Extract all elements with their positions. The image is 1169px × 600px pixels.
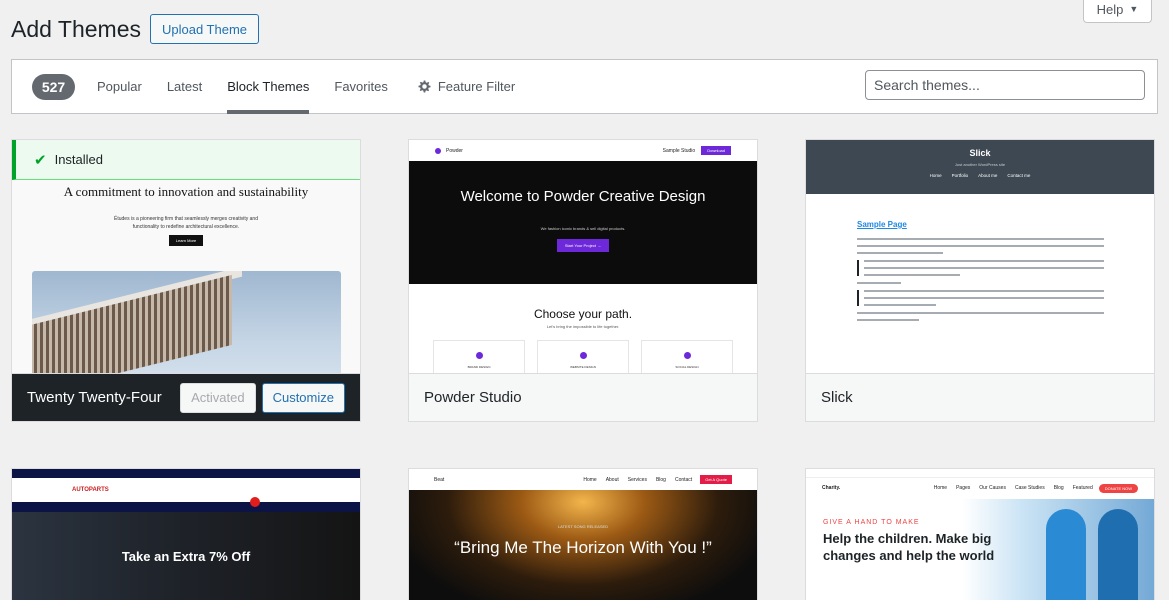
filter-tabs: Popular Latest Block Themes Favorites Fe… xyxy=(97,60,540,114)
theme-count-badge: 527 xyxy=(32,73,75,100)
preview-nav: Beat Home About Services Blog Contact Get A … xyxy=(409,469,757,490)
theme-card-charity[interactable]: Charity. Home Pages Our Causes Case Studies… xyxy=(805,468,1155,600)
tab-popular[interactable]: Popular xyxy=(97,60,142,113)
preview-heading-2: Choose your path. xyxy=(533,307,633,321)
preview-tagline: Just another WordPress site xyxy=(954,162,1006,167)
preview-heading: Welcome to Powder Creative Design xyxy=(460,188,706,205)
theme-screenshot[interactable]: Slick Just another WordPress site Home P… xyxy=(806,140,1154,373)
feature-filter-button[interactable]: Feature Filter xyxy=(417,60,515,113)
feature-filter-label: Feature Filter xyxy=(437,79,516,94)
theme-card-beat[interactable]: Beat Home About Services Blog Contact Get A … xyxy=(408,468,758,600)
preview-brand: Beat xyxy=(434,476,445,483)
theme-screenshot[interactable]: Beat Home About Services Blog Contact Get A … xyxy=(409,469,757,600)
theme-screenshot[interactable]: AUTOPARTS Take an Extra 7% Off xyxy=(12,469,360,600)
preview-slick: Slick Just another WordPress site Home P… xyxy=(806,140,1154,373)
activated-button: Activated xyxy=(180,382,256,413)
preview-nav: Powder Sample Studio Download xyxy=(409,140,757,161)
theme-filter-bar: 527 Popular Latest Block Themes Favorite… xyxy=(11,59,1158,114)
preview-headline: “Bring Me The Horizon With You !” xyxy=(454,538,712,557)
preview-boxes: BRAND DESIGN WEBSITE DESIGN SOCIAL DESIG… xyxy=(433,340,733,373)
theme-name: Powder Studio xyxy=(424,389,522,406)
preview-text: Études is a pioneering firm that seamles… xyxy=(114,216,258,230)
record-icon xyxy=(250,497,260,507)
preview-button: Start Your Project → xyxy=(557,239,609,252)
preview-autoparts: AUTOPARTS Take an Extra 7% Off xyxy=(12,469,360,600)
theme-card-autoparts[interactable]: AUTOPARTS Take an Extra 7% Off xyxy=(11,468,361,600)
page-title: Add Themes xyxy=(11,15,141,42)
preview-brand: Powder xyxy=(446,147,463,154)
powder-logo-icon xyxy=(435,147,441,154)
preview-header: Slick Just another WordPress site Home P… xyxy=(806,140,1154,194)
theme-screenshot[interactable]: Powder Sample Studio Download Welcome to… xyxy=(409,140,757,373)
gear-icon xyxy=(418,80,431,93)
preview-beat: Beat Home About Services Blog Contact Get A … xyxy=(409,469,757,600)
installed-label: Installed xyxy=(54,152,103,167)
preview-box: WEBSITE DESIGN xyxy=(537,340,629,373)
preview-download: Download xyxy=(701,146,731,155)
help-label: Help xyxy=(1096,1,1124,17)
installed-notice: ✔ Installed xyxy=(12,140,360,180)
help-button[interactable]: Help ▼ xyxy=(1083,0,1152,23)
tab-latest[interactable]: Latest xyxy=(167,60,202,113)
theme-screenshot[interactable]: Charity. Home Pages Our Causes Case Studies… xyxy=(806,469,1154,600)
preview-heading: A commitment to innovation and sustainab… xyxy=(63,184,309,199)
caret-down-icon: ▼ xyxy=(1129,4,1139,14)
theme-actions: Activated Customize xyxy=(180,382,345,413)
preview-headline: Help the children. Make big changes and … xyxy=(823,531,995,563)
preview-button: Learn More xyxy=(169,235,203,246)
preview-sub-2: Let's bring the impossible to life toget… xyxy=(546,324,620,329)
preview-architecture-image xyxy=(32,271,341,373)
preview-photo-person xyxy=(1046,509,1086,600)
theme-card-footer: Powder Studio xyxy=(409,373,757,421)
tab-block-themes[interactable]: Block Themes xyxy=(227,60,310,114)
theme-card-footer: Slick xyxy=(806,373,1154,421)
theme-card-powder-studio[interactable]: Powder Sample Studio Download Welcome to… xyxy=(408,139,758,422)
theme-name: Twenty Twenty-Four xyxy=(27,389,162,406)
preview-box: SOCIAL DESIGN xyxy=(641,340,733,373)
theme-card-footer: Twenty Twenty-Four Activated Customize xyxy=(12,373,360,421)
customize-button[interactable]: Customize xyxy=(261,382,345,413)
checkmark-icon: ✔ xyxy=(34,151,47,169)
tab-favorites[interactable]: Favorites xyxy=(334,60,387,113)
preview-brand: Charity. xyxy=(822,485,841,491)
preview-box: BRAND DESIGN xyxy=(433,340,525,373)
preview-body-text xyxy=(857,238,1104,326)
theme-card-slick[interactable]: Slick Just another WordPress site Home P… xyxy=(805,139,1155,422)
preview-sub: We fashion iconic brands & sell digital … xyxy=(540,226,626,231)
preview-page-title: Sample Page xyxy=(857,220,907,229)
search-themes-input[interactable] xyxy=(865,70,1145,100)
preview-headline: Take an Extra 7% Off xyxy=(121,549,251,564)
theme-name: Slick xyxy=(821,389,853,406)
theme-card-twenty-twenty-four[interactable]: ✔ Installed A commitment to innovation a… xyxy=(11,139,361,422)
upload-theme-button[interactable]: Upload Theme xyxy=(149,14,260,44)
preview-menu: Home Portfolio About me Contact me xyxy=(929,173,1031,178)
preview-donate-button: DONATE NOW xyxy=(1098,483,1138,493)
preview-kicker: LATEST SONG RELEASED xyxy=(557,524,609,529)
preview-kicker: GIVE A HAND TO MAKE xyxy=(823,519,920,526)
preview-charity: Charity. Home Pages Our Causes Case Studies… xyxy=(806,469,1154,600)
preview-photo-person xyxy=(1098,509,1138,600)
preview-quote-button: Get A Quote xyxy=(700,475,732,484)
preview-nav-links: Sample Studio xyxy=(662,147,696,154)
preview-nav: Charity. Home Pages Our Causes Case Studies… xyxy=(806,478,1154,498)
preview-logo: AUTOPARTS xyxy=(72,487,109,493)
preview-powder-studio: Powder Sample Studio Download Welcome to… xyxy=(409,140,757,373)
page-header: Add Themes Upload Theme xyxy=(11,14,260,44)
theme-screenshot[interactable]: ✔ Installed A commitment to innovation a… xyxy=(12,140,360,373)
preview-site-title: Slick xyxy=(969,148,991,158)
